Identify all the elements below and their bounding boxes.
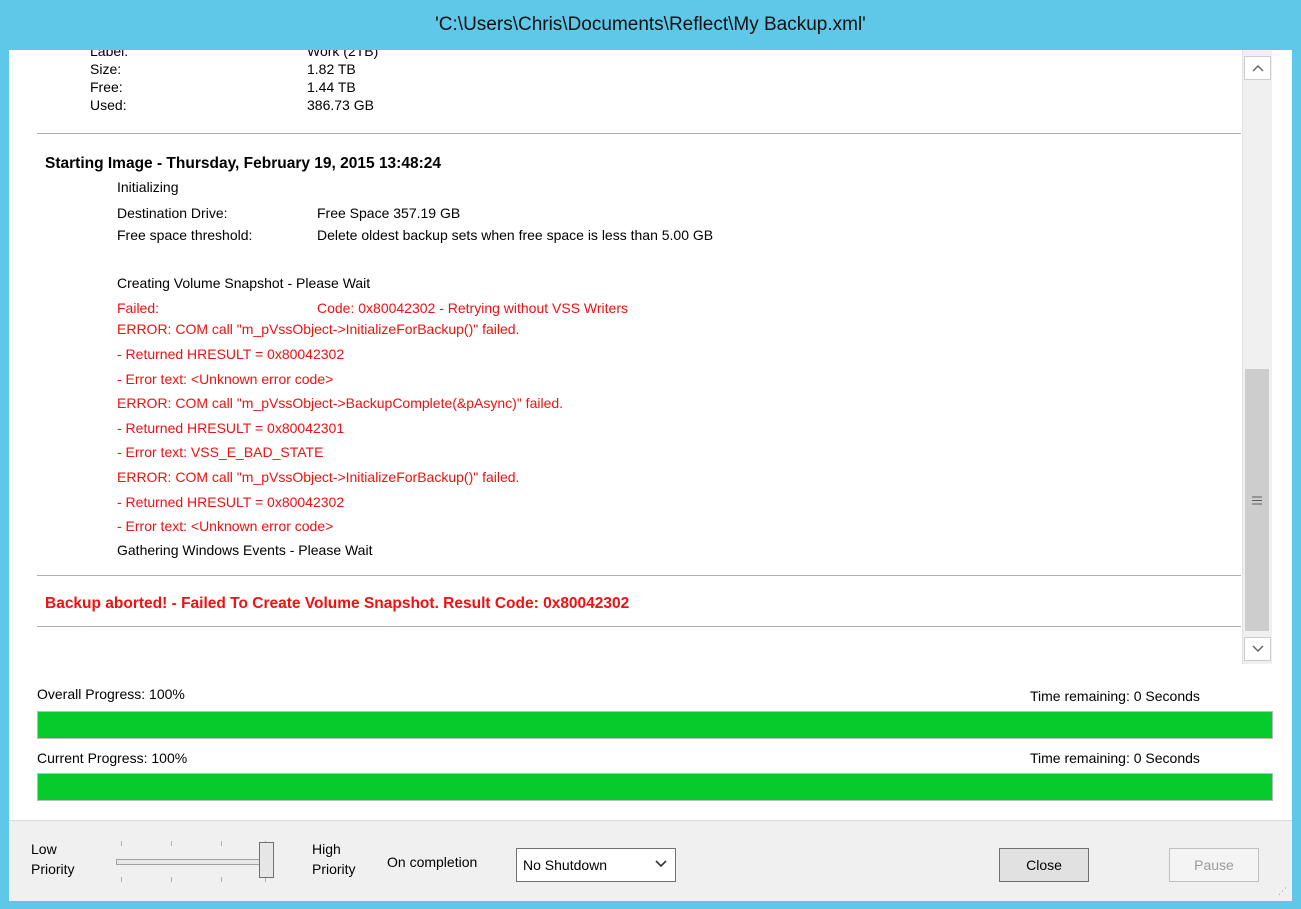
on-completion-select[interactable]: No Shutdown [516, 848, 676, 882]
log-scrollbar[interactable] [1242, 50, 1272, 664]
current-time-remaining: Time remaining: 0 Seconds [1030, 750, 1200, 766]
chevron-down-icon [1252, 642, 1264, 656]
current-progress-label: Current Progress: 100% [37, 750, 188, 766]
log-separator [37, 133, 1241, 134]
grip-icon [1252, 492, 1262, 508]
slider-tick [121, 841, 122, 846]
chevron-down-icon [655, 857, 667, 871]
log-separator [37, 575, 1241, 576]
log-drive-label-value: Work (2TB) [307, 50, 379, 59]
window-title-bar[interactable]: 'C:\Users\Chris\Documents\Reflect\My Bac… [0, 0, 1301, 50]
log-initializing: Initializing [117, 179, 179, 195]
slider-tick [221, 841, 222, 846]
slider-tick [171, 877, 172, 882]
current-progress-fill [38, 774, 1272, 800]
overall-progress-label: Overall Progress: 100% [37, 686, 185, 702]
high-priority-label: High Priority [312, 841, 356, 877]
bottom-controls-panel: Low Priority High Priority On completion… [9, 820, 1292, 901]
log-drive-free-value: 1.44 TB [307, 79, 356, 95]
log-error-line: - Returned HRESULT = 0x80042302 [117, 346, 345, 362]
log-error-line: - Returned HRESULT = 0x80042302 [117, 494, 345, 510]
overall-time-remaining: Time remaining: 0 Seconds [1030, 688, 1200, 704]
current-progress-bar [37, 773, 1273, 801]
log-failed-value: Code: 0x80042302 - Retrying without VSS … [317, 300, 629, 316]
log-drive-used-label: Used: [90, 97, 127, 113]
close-button[interactable]: Close [999, 848, 1089, 882]
log-error-line: - Returned HRESULT = 0x80042301 [117, 420, 345, 436]
low-priority-label: Low Priority [31, 841, 75, 877]
log-destination-label: Destination Drive: [117, 205, 228, 221]
scroll-thumb[interactable] [1245, 369, 1269, 631]
window-title: 'C:\Users\Chris\Documents\Reflect\My Bac… [435, 14, 866, 35]
log-destination-value: Free Space 357.19 GB [317, 205, 461, 221]
log-threshold-value: Delete oldest backup sets when free spac… [317, 227, 714, 243]
overall-progress-fill [38, 712, 1272, 738]
slider-tick [171, 841, 172, 846]
priority-slider-track[interactable] [116, 859, 268, 865]
log-error-line: - Error text: VSS_E_BAD_STATE [117, 444, 324, 460]
on-completion-label: On completion [387, 854, 478, 870]
log-drive-size-label: Size: [90, 61, 122, 77]
log-drive-size-value: 1.82 TB [307, 61, 356, 77]
backup-progress-window: Label: Work (2TB) Size: 1.82 TB Free: 1.… [9, 50, 1292, 901]
slider-tick [121, 877, 122, 882]
log-snapshot-status: Creating Volume Snapshot - Please Wait [117, 275, 371, 291]
scroll-down-button[interactable] [1244, 637, 1271, 661]
log-drive-free-label: Free: [90, 79, 123, 95]
priority-slider-thumb[interactable] [259, 842, 274, 878]
log-error-line: ERROR: COM call "m_pVssObject->Initializ… [117, 321, 520, 337]
chevron-up-icon [1252, 61, 1264, 75]
log-drive-label-label: Label: [90, 50, 129, 59]
log-threshold-label: Free space threshold: [117, 227, 253, 243]
log-image-header: Starting Image - Thursday, February 19, … [45, 155, 441, 172]
overall-progress-bar [37, 711, 1273, 739]
log-error-line: - Error text: <Unknown error code> [117, 371, 334, 387]
log-aborted-message: Backup aborted! - Failed To Create Volum… [45, 595, 630, 612]
log-error-line: ERROR: COM call "m_pVssObject->Initializ… [117, 469, 520, 485]
log-events-status: Gathering Windows Events - Please Wait [117, 542, 373, 558]
scroll-up-button[interactable] [1244, 56, 1271, 80]
log-error-line: - Error text: <Unknown error code> [117, 518, 334, 534]
log-error-line: ERROR: COM call "m_pVssObject->BackupCom… [117, 395, 564, 411]
resize-grip-icon[interactable]: ⋰ [1278, 886, 1288, 897]
log-drive-used-value: 386.73 GB [307, 97, 374, 113]
on-completion-value: No Shutdown [523, 857, 608, 873]
pause-button[interactable]: Pause [1169, 848, 1259, 882]
log-failed-label: Failed: [117, 300, 160, 316]
slider-tick [221, 877, 222, 882]
log-separator [37, 626, 1241, 627]
log-pane[interactable]: Label: Work (2TB) Size: 1.82 TB Free: 1.… [9, 50, 1292, 666]
